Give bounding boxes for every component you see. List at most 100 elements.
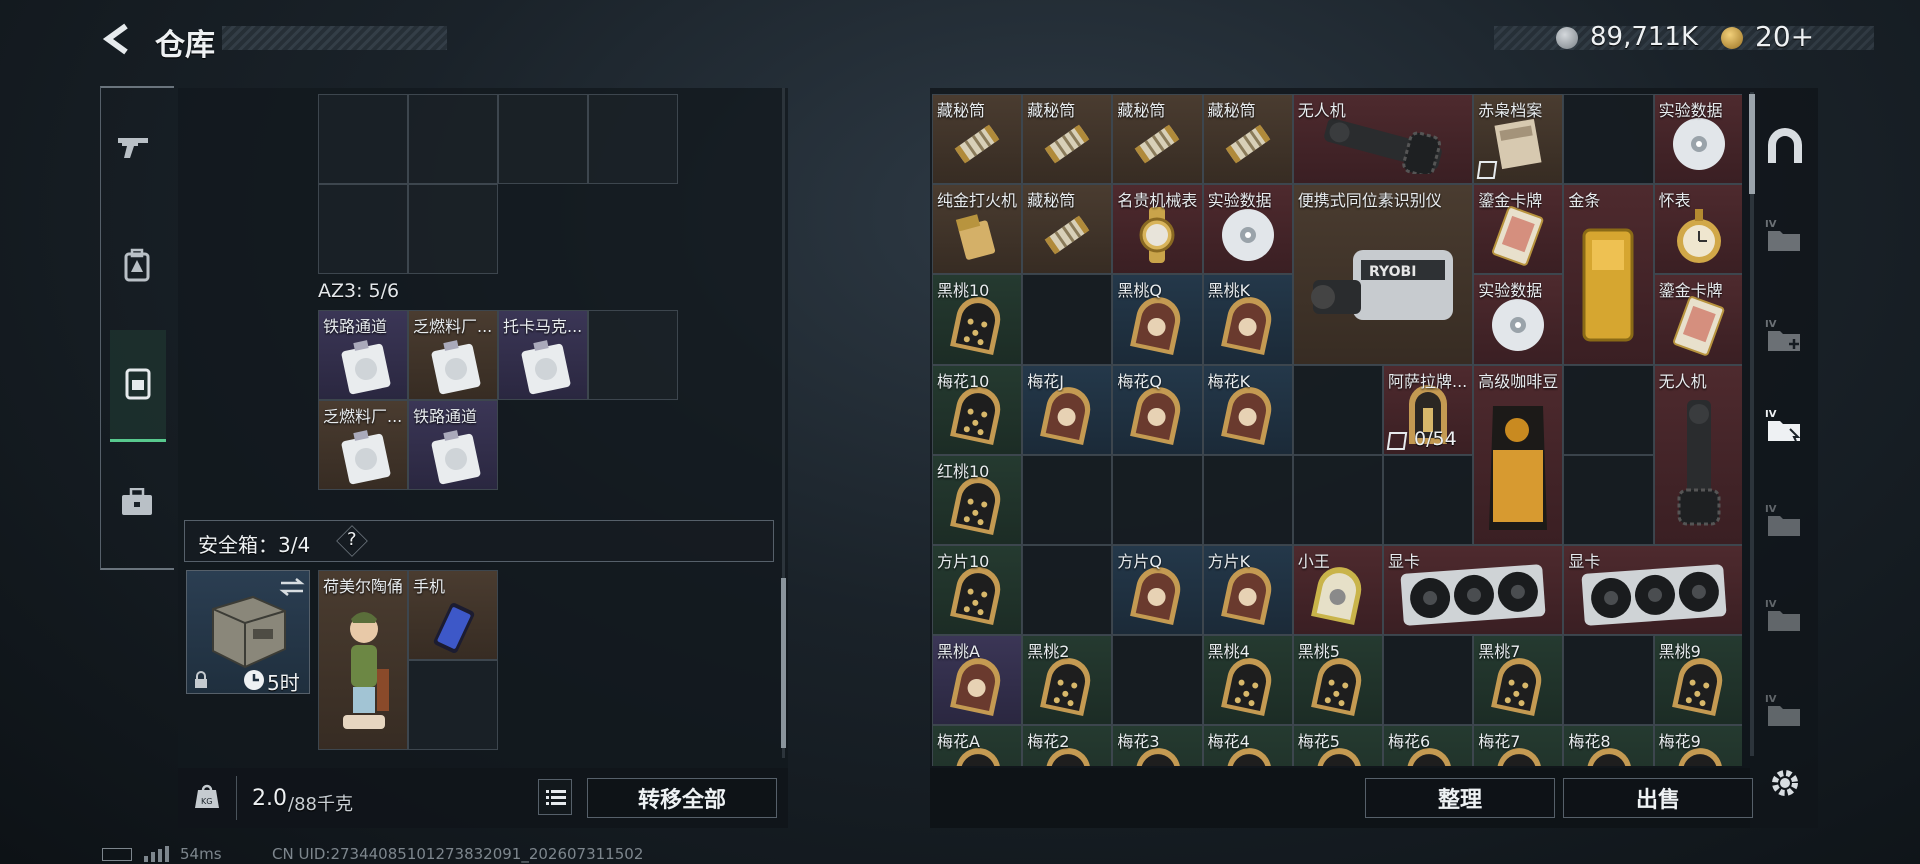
stash-item[interactable]: 无人机 [1653, 364, 1742, 545]
item-map-keycard[interactable]: 乏燃料厂... [318, 400, 408, 490]
empty-slot[interactable] [1022, 545, 1113, 636]
settings-button[interactable] [1760, 758, 1810, 808]
folder-select-icon: IV [1765, 409, 1801, 442]
empty-slot[interactable] [1292, 364, 1383, 455]
stash-item[interactable]: 梅花8 [1563, 725, 1654, 766]
swap-icon[interactable] [279, 577, 305, 597]
empty-slot[interactable] [1112, 635, 1203, 726]
stash-item[interactable]: 藏秘筒 [1022, 184, 1113, 275]
item-map-keycard[interactable]: 铁路通道 [408, 400, 498, 490]
empty-slot[interactable] [1563, 454, 1654, 545]
safe-box-slot[interactable]: 5时 [186, 570, 310, 695]
stash-tab-iv-6[interactable]: IV [1760, 685, 1810, 735]
stash-item[interactable]: 实验数据 [1653, 94, 1742, 185]
sort-button[interactable]: 整理 [1365, 778, 1555, 818]
stash-item[interactable]: 梅花Q [1112, 364, 1203, 455]
item-label: 方片10 [937, 552, 990, 571]
stash-item[interactable]: 梅花7 [1473, 725, 1564, 766]
stash-item[interactable]: 黑桃2 [1022, 635, 1113, 726]
stash-item[interactable]: 无人机 [1292, 94, 1474, 185]
stash-item[interactable]: 黑桃7 [1473, 635, 1564, 726]
gun-tab[interactable] [114, 132, 164, 172]
stash-item[interactable]: 藏秘筒 [1112, 94, 1203, 185]
stash-item[interactable]: 阿萨拉牌... 0/54 [1383, 364, 1474, 455]
empty-slot[interactable] [1292, 454, 1383, 545]
empty-slot[interactable] [1022, 274, 1113, 365]
stash-item[interactable]: 赤枭档案 [1473, 94, 1564, 185]
stash-item[interactable]: 藏秘筒 [1202, 94, 1293, 185]
list-view-button[interactable] [538, 779, 572, 815]
stash-item[interactable]: 怀表 [1653, 184, 1742, 275]
stash-item[interactable]: 小王 [1292, 545, 1383, 636]
stash-item[interactable]: 方片10 [932, 545, 1023, 636]
stash-item[interactable]: 黑桃A [932, 635, 1023, 726]
sell-button[interactable]: 出售 [1563, 778, 1753, 818]
stash-item[interactable]: 梅花K [1202, 364, 1293, 455]
coin-amount[interactable]: 20+ [1755, 20, 1814, 53]
stash-item[interactable]: 纯金打火机 [932, 184, 1023, 275]
stash-item[interactable]: 实验数据 [1202, 184, 1293, 275]
empty-slot[interactable] [1563, 635, 1654, 726]
coffee-icon [1483, 390, 1553, 540]
empty-slot[interactable] [1383, 454, 1474, 545]
stash-tab-iv-2[interactable]: IV [1760, 310, 1810, 360]
stash-item[interactable]: 梅花10 [932, 364, 1023, 455]
back-button[interactable] [100, 22, 140, 56]
stash-scrollbar-thumb[interactable] [1749, 94, 1755, 194]
left-scrollbar-thumb[interactable] [781, 578, 786, 748]
help-icon[interactable]: ? [347, 529, 357, 550]
stash-item[interactable]: 黑桃10 [932, 274, 1023, 365]
stash-item[interactable]: 黑桃9 [1653, 635, 1742, 726]
empty-slot[interactable] [1202, 454, 1293, 545]
empty-slot[interactable] [1563, 364, 1654, 455]
stash-item[interactable]: 黑桃Q [1112, 274, 1203, 365]
stash-item[interactable]: 名贵机械表 [1112, 184, 1203, 275]
item-label: 怀表 [1658, 191, 1691, 211]
stash-item[interactable]: 黑桃5 [1292, 635, 1383, 726]
stash-item[interactable]: 藏秘筒 [1022, 94, 1113, 185]
stash-item[interactable]: 梅花2 [1022, 725, 1113, 766]
item-map-keycard[interactable]: 托卡马克... [498, 310, 588, 400]
stash-item[interactable]: 方片Q [1112, 545, 1203, 636]
item-label: 无人机 [1658, 371, 1707, 391]
stash-item[interactable]: 高级咖啡豆 [1473, 364, 1564, 545]
stash-item[interactable]: 实验数据 [1473, 274, 1564, 365]
stash-item[interactable]: 显卡 [1383, 545, 1564, 636]
empty-slot[interactable] [1022, 454, 1113, 545]
backpack-tab[interactable] [120, 248, 160, 288]
rig-tab-active[interactable] [110, 330, 166, 442]
item-phone[interactable]: 手机 [408, 570, 498, 660]
stash-home-tab[interactable] [1760, 120, 1810, 170]
stash-item[interactable]: 梅花9 [1653, 725, 1742, 766]
item-map-keycard[interactable]: 乏燃料厂... [408, 310, 498, 400]
stash-item[interactable]: 藏秘筒 [932, 94, 1023, 185]
stash-tab-iv-1[interactable]: IV [1760, 210, 1810, 260]
stash-item[interactable]: 黑桃K [1202, 274, 1293, 365]
item-map-keycard[interactable]: 铁路通道 [318, 310, 408, 400]
stash-item[interactable]: 梅花A [932, 725, 1023, 766]
transfer-all-button[interactable]: 转移全部 [587, 778, 777, 818]
stash-item[interactable]: 梅花5 [1292, 725, 1383, 766]
empty-slot[interactable] [1563, 94, 1654, 185]
stash-item[interactable]: 梅花J [1022, 364, 1113, 455]
case-tab[interactable] [120, 488, 160, 524]
stash-tab-iv-3-active[interactable]: IV [1760, 400, 1810, 450]
item-hummel-figurine[interactable]: 荷美尔陶俑 [318, 570, 408, 750]
stash-item[interactable]: 黑桃4 [1202, 635, 1293, 726]
empty-slot[interactable] [1112, 454, 1203, 545]
stash-item[interactable]: 鎏金卡牌 [1653, 274, 1742, 365]
stash-tab-iv-5[interactable]: IV [1760, 590, 1810, 640]
keycard-icon [341, 340, 391, 395]
empty-slot[interactable] [1383, 635, 1474, 726]
stash-item[interactable]: 鎏金卡牌 [1473, 184, 1564, 275]
stash-item[interactable]: 金条 [1563, 184, 1654, 365]
stash-item[interactable]: 红桃10 [932, 454, 1023, 545]
cyl-icon [1038, 115, 1096, 173]
stash-tab-iv-4[interactable]: IV [1760, 495, 1810, 545]
stash-item[interactable]: 梅花4 [1202, 725, 1293, 766]
stash-item[interactable]: 梅花6 [1383, 725, 1474, 766]
stash-item[interactable]: 梅花3 [1112, 725, 1203, 766]
stash-item[interactable]: 显卡 [1563, 545, 1742, 636]
stash-item[interactable]: 方片K [1202, 545, 1293, 636]
stash-item[interactable]: RYOBI 便携式同位素识别仪 [1292, 184, 1474, 365]
